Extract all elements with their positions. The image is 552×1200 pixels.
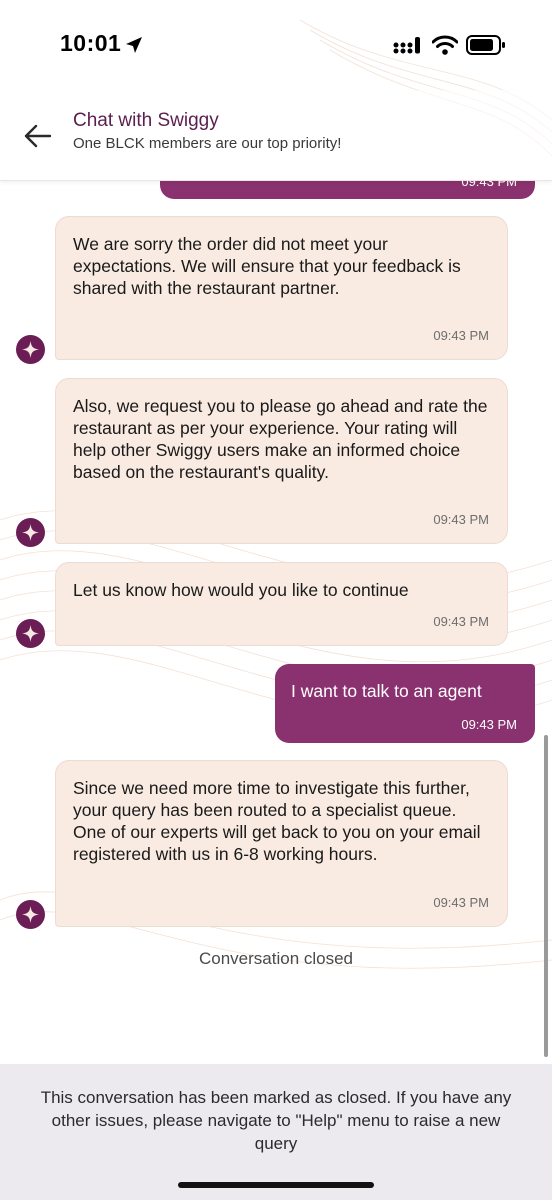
message-time: 09:43 PM [433,328,489,343]
page-title: Chat with Swiggy [73,110,219,131]
message-time: 09:43 PM [433,614,489,629]
message-time: 09:43 PM [461,181,517,189]
message-text: We are sorry the order did not meet your… [73,234,461,298]
home-indicator[interactable] [178,1182,374,1188]
arrow-left-icon [24,124,52,148]
sparkle-icon [22,341,39,358]
sparkle-icon [22,625,39,642]
page-subtitle: One BLCK members are our top priority! [73,135,342,152]
message-bubble-user-previous: 09:43 PM [160,181,535,199]
battery-icon [466,35,505,55]
message-text: I want to talk to an agent [291,681,482,701]
sparkle-icon [22,906,39,923]
bot-avatar [16,900,45,929]
bot-avatar [16,518,45,547]
message-time: 09:43 PM [461,717,517,732]
sparkle-icon [22,524,39,541]
closed-notice: This conversation has been marked as clo… [40,1088,512,1153]
back-button[interactable] [18,116,58,156]
closed-conversation-footer: This conversation has been marked as clo… [0,1064,552,1200]
message-time: 09:43 PM [433,512,489,527]
bot-avatar [16,335,45,364]
conversation-status: Conversation closed [198,949,354,968]
chat-messages[interactable]: 09:43 PM We are sorry the order did not … [0,181,552,1064]
message-bubble-bot: Let us know how would you like to contin… [55,562,508,646]
status-time: 10:01 [60,30,122,56]
message-text: Also, we request you to please go ahead … [73,396,488,482]
cellular-signal-icon [393,37,420,54]
chat-scrollbar[interactable] [544,735,548,1057]
wifi-icon [432,35,458,55]
status-bar: 10:01 [0,0,552,90]
chat-header: Chat with Swiggy One BLCK members are ou… [0,90,552,181]
bot-avatar [16,619,45,648]
location-arrow-icon [126,37,142,53]
message-time: 09:43 PM [433,895,489,910]
message-bubble-bot: We are sorry the order did not meet your… [55,216,508,360]
message-text: Since we need more time to investigate t… [73,778,481,864]
message-bubble-bot: Since we need more time to investigate t… [55,760,508,927]
message-text: Let us know how would you like to contin… [73,580,409,600]
message-bubble-user: I want to talk to an agent 09:43 PM [275,664,535,743]
message-bubble-bot: Also, we request you to please go ahead … [55,378,508,544]
